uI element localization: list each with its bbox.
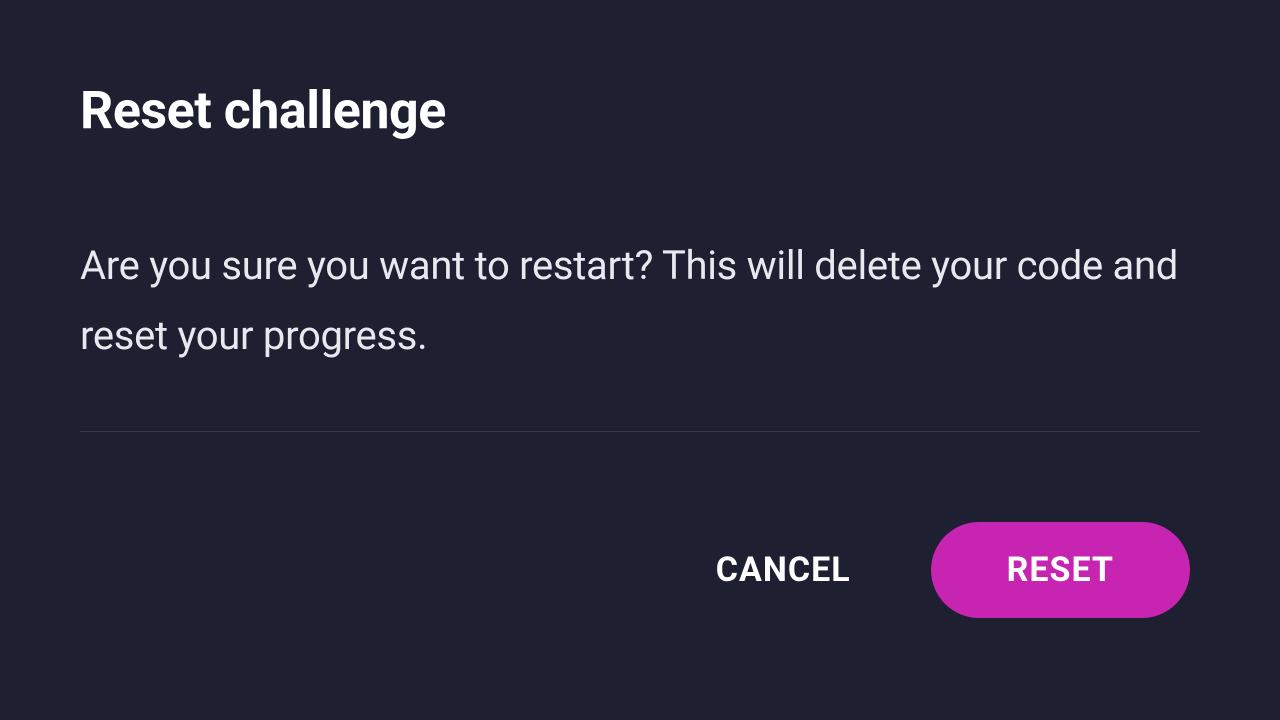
cancel-button[interactable]: CANCEL	[686, 530, 881, 610]
dialog-title: Reset challenge	[80, 80, 1200, 141]
reset-button[interactable]: RESET	[931, 522, 1190, 618]
dialog-divider	[80, 431, 1200, 432]
dialog-message: Are you sure you want to restart? This w…	[80, 231, 1200, 371]
dialog-actions: CANCEL RESET	[80, 522, 1200, 618]
reset-challenge-dialog: Reset challenge Are you sure you want to…	[0, 0, 1280, 720]
